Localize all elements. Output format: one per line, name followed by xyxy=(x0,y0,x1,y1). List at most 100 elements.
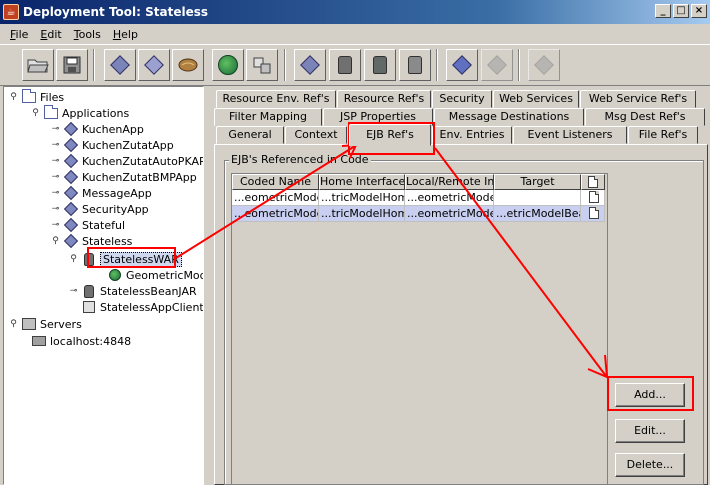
folder-icon xyxy=(22,88,36,103)
tree-node-applications[interactable]: ⚲ Applications xyxy=(30,104,129,121)
expand-handle-icon[interactable]: ⚲ xyxy=(30,108,41,119)
ejb-jar-icon xyxy=(84,284,94,298)
new-client-button[interactable] xyxy=(246,49,278,81)
collapsed-handle-icon[interactable]: ⊸ xyxy=(50,220,61,231)
tab-security[interactable]: Security xyxy=(432,90,492,108)
maximize-button[interactable]: □ xyxy=(673,4,689,18)
tree-node-app[interactable]: ⊸ MessageApp xyxy=(50,185,152,201)
add-ejb-jar-button[interactable] xyxy=(329,49,361,81)
column-local-remote-interface[interactable]: Local/Remote In... xyxy=(405,174,494,190)
table-row[interactable]: ...eometricModel ...tricModelHome ...eom… xyxy=(232,206,605,222)
collapsed-handle-icon[interactable]: ⊸ xyxy=(50,188,61,199)
cell-description[interactable] xyxy=(581,190,605,206)
tab-resource-refs[interactable]: Resource Ref's xyxy=(337,90,431,108)
verify-button[interactable] xyxy=(446,49,478,81)
tab-file-refs[interactable]: File Ref's xyxy=(628,126,698,144)
tree-node-geometric-model[interactable]: GeometricModel xyxy=(108,267,203,283)
close-button[interactable]: × xyxy=(691,4,707,18)
tab-filter-mapping[interactable]: Filter Mapping xyxy=(214,108,322,126)
table-header: Coded Name Home Interface Local/Remote I… xyxy=(232,174,605,190)
column-home-interface[interactable]: Home Interface xyxy=(319,174,405,190)
menu-tools[interactable]: Tools xyxy=(68,28,107,41)
cell-description[interactable] xyxy=(581,206,605,222)
expand-handle-icon[interactable]: ⚲ xyxy=(50,236,61,247)
edit-button[interactable]: Edit... xyxy=(615,419,685,443)
expand-handle-icon[interactable]: ⚲ xyxy=(8,92,19,103)
cell-home-interface: ...tricModelHome xyxy=(319,206,405,222)
tree-node-stateless-war[interactable]: ⚲ StatelessWAR xyxy=(68,251,182,267)
tab-web-services[interactable]: Web Services xyxy=(493,90,579,108)
application-icon xyxy=(63,217,79,233)
collapsed-handle-icon[interactable]: ⊸ xyxy=(50,124,61,135)
open-button[interactable] xyxy=(22,49,54,81)
collapsed-handle-icon[interactable]: ⊸ xyxy=(50,156,61,167)
expand-handle-icon[interactable]: ⚲ xyxy=(8,319,19,330)
app-client-icon xyxy=(83,301,95,313)
window-title: Deployment Tool: Stateless xyxy=(23,5,209,19)
tree-node-app[interactable]: ⊸ KuchenZutatAutoPKAPP xyxy=(50,153,203,169)
save-button[interactable] xyxy=(56,49,88,81)
collapsed-handle-icon[interactable]: ⊸ xyxy=(50,204,61,215)
tree-node-files[interactable]: ⚲ Files xyxy=(8,88,64,105)
cell-local-remote: ...eometricModel xyxy=(405,190,494,206)
collapsed-handle-icon[interactable]: ⊸ xyxy=(50,172,61,183)
column-coded-name[interactable]: Coded Name xyxy=(232,174,319,190)
undeploy-button[interactable] xyxy=(528,49,560,81)
document-icon xyxy=(588,207,599,219)
deploy-button[interactable] xyxy=(481,49,513,81)
application-icon xyxy=(63,153,79,169)
cell-target: ...etricModelBean xyxy=(494,206,581,222)
tree-node-app[interactable]: ⚲ Stateless xyxy=(50,233,132,249)
folder-icon xyxy=(44,104,58,119)
tab-ejb-refs[interactable]: EJB Ref's xyxy=(349,124,431,146)
tab-web-service-refs[interactable]: Web Service Ref's xyxy=(580,90,696,108)
collapsed-handle-icon[interactable]: ⊸ xyxy=(68,286,79,297)
globe-icon xyxy=(218,55,238,75)
add-to-application-button[interactable] xyxy=(294,49,326,81)
table-row[interactable]: ...eometricModel ...tricModelHome ...eom… xyxy=(232,190,605,206)
tab-context[interactable]: Context xyxy=(285,126,347,144)
tab-general[interactable]: General xyxy=(216,126,284,144)
add-client-jar-button[interactable] xyxy=(399,49,431,81)
document-icon xyxy=(588,176,598,188)
tab-resource-env-refs[interactable]: Resource Env. Ref's xyxy=(216,90,336,108)
new-bean-button[interactable] xyxy=(172,49,204,81)
cell-coded-name: ...eometricModel xyxy=(232,190,319,206)
verify-icon xyxy=(452,55,472,75)
column-description[interactable] xyxy=(581,174,605,190)
splitter[interactable] xyxy=(204,86,212,485)
tree-node-servers[interactable]: ⚲ Servers xyxy=(8,316,82,332)
menu-edit[interactable]: Edit xyxy=(34,28,67,41)
tree-node-stateless-bean-jar[interactable]: ⊸ StatelessBeanJAR xyxy=(68,283,197,299)
document-icon xyxy=(588,191,599,203)
new-web-component-button[interactable] xyxy=(212,49,244,81)
jar-add-icon xyxy=(338,56,352,74)
add-war-button[interactable] xyxy=(364,49,396,81)
tab-env-entries[interactable]: Env. Entries xyxy=(432,126,512,144)
cell-coded-name: ...eometricModel xyxy=(232,206,319,222)
tree-node-app[interactable]: ⊸ KuchenZutatBMPApp xyxy=(50,169,197,185)
tree-node-app[interactable]: ⊸ SecurityApp xyxy=(50,201,149,217)
add-button[interactable]: Add... xyxy=(615,383,685,407)
collapsed-handle-icon[interactable]: ⊸ xyxy=(50,140,61,151)
menu-help[interactable]: Help xyxy=(107,28,144,41)
menu-file[interactable]: File xyxy=(4,28,34,41)
tab-msg-dest-refs[interactable]: Msg Dest Ref's xyxy=(585,108,705,126)
title-bar: ☕ Deployment Tool: Stateless _ □ × xyxy=(0,0,710,24)
expand-handle-icon[interactable]: ⚲ xyxy=(68,254,79,265)
server-icon xyxy=(22,318,36,330)
application-icon xyxy=(63,185,79,201)
tree-node-app[interactable]: ⊸ KuchenApp xyxy=(50,121,144,137)
tree-node-stateless-app-client[interactable]: StatelessAppClient xyxy=(82,299,203,315)
tree-node-app[interactable]: ⊸ KuchenZutatApp xyxy=(50,137,174,153)
tab-message-destinations[interactable]: Message Destinations xyxy=(434,108,584,126)
minimize-button[interactable]: _ xyxy=(655,4,671,18)
delete-button[interactable]: Delete... xyxy=(615,453,685,477)
tab-event-listeners[interactable]: Event Listeners xyxy=(513,126,627,144)
new-module-button[interactable] xyxy=(138,49,170,81)
column-target[interactable]: Target xyxy=(494,174,581,190)
tree-node-app[interactable]: ⊸ Stateful xyxy=(50,217,125,233)
new-application-button[interactable] xyxy=(104,49,136,81)
add-diamond-icon xyxy=(300,55,320,75)
tree-node-localhost[interactable]: localhost:4848 xyxy=(32,333,131,349)
